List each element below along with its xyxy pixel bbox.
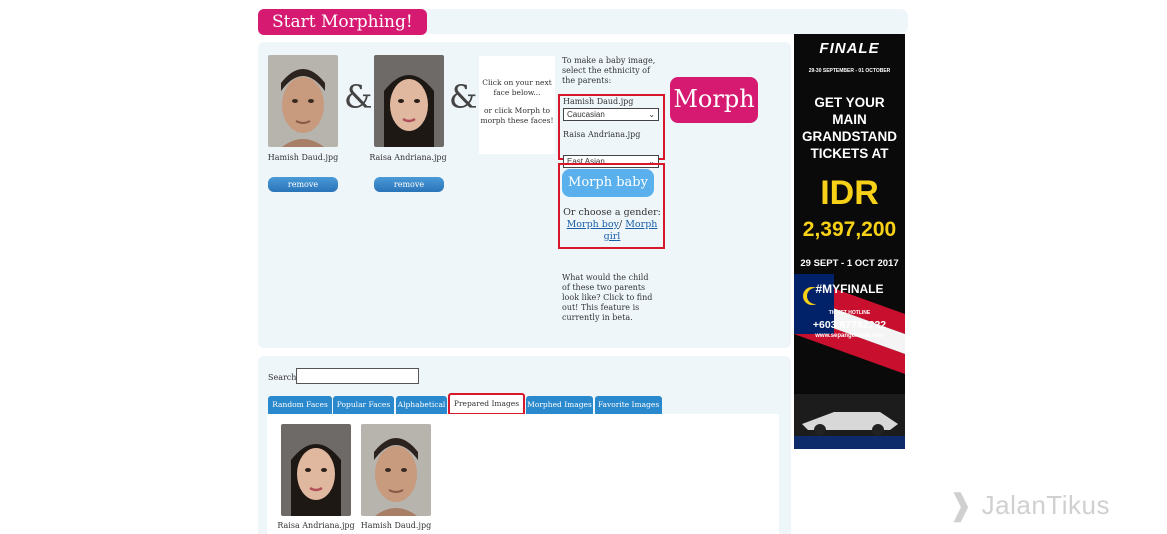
ad-dates-top: 29-30 SEPTEMBER - 01 OCTOBER: [808, 68, 891, 74]
parent-face-1[interactable]: [268, 55, 338, 147]
morph-button[interactable]: Morph: [670, 77, 758, 123]
ad-hashtag: #MYFINALE: [815, 282, 884, 296]
prepared-image-1[interactable]: [281, 424, 351, 516]
ad-currency: IDR: [820, 174, 879, 212]
ethnicity-select-1[interactable]: Caucasian ⌄: [563, 108, 659, 121]
tab-prepared-images[interactable]: Prepared Images: [448, 393, 525, 415]
ad-hotline-label: TICKET HOTLINE: [828, 310, 871, 316]
ethnicity-parent2-label: Raisa Andriana.jpg: [563, 130, 641, 139]
gender-prompt: Or choose a gender:: [563, 207, 661, 218]
remove-button-1[interactable]: remove: [268, 177, 338, 192]
ampersand-1: &: [344, 78, 373, 116]
flag-graphic: [794, 274, 905, 449]
remove-button-2[interactable]: remove: [374, 177, 444, 192]
tab-alphabetical[interactable]: Alphabetical: [396, 396, 447, 414]
ad-event-dates: 29 SEPT - 1 OCT 2017: [800, 258, 899, 269]
chevron-down-icon: ⌄: [648, 110, 655, 119]
parent-name-1: Hamish Daud.jpg: [267, 153, 339, 162]
ad-headline: GET YOUR MAIN GRANDSTAND TICKETS AT: [802, 95, 897, 161]
gender-section: Or choose a gender: Morph boy/ Morph gir…: [562, 207, 662, 243]
hint-line-1: Click on your next face below...: [482, 78, 552, 97]
ad-price: 2,397,200: [802, 218, 897, 241]
ad-website: www.sepangcircuit.com: [815, 333, 884, 339]
search-label: Search:: [268, 373, 300, 382]
ad-brand: FINALE: [819, 40, 880, 57]
morph-boy-link[interactable]: Morph boy: [567, 219, 619, 230]
next-face-hint: Click on your next face below... or clic…: [479, 56, 555, 154]
parent-face-2[interactable]: [374, 55, 444, 147]
tab-popular-faces[interactable]: Popular Faces: [333, 396, 394, 414]
gender-links: Morph boy/ Morph girl: [562, 219, 662, 243]
search-input[interactable]: [296, 368, 419, 384]
prepared-image-name-2: Hamish Daud.jpg: [360, 521, 432, 530]
ad-hotline: +603 87782222: [812, 319, 887, 331]
parent-name-2: Raisa Andriana.jpg: [369, 153, 447, 162]
advertisement-banner[interactable]: FINALE 29-30 SEPTEMBER - 01 OCTOBER GET …: [794, 34, 905, 449]
tab-favorite-images[interactable]: Favorite Images: [595, 396, 662, 414]
prepared-image-2[interactable]: [361, 424, 431, 516]
watermark-text: JalanTikus: [981, 490, 1110, 520]
ethnicity-select-1-value: Caucasian: [567, 110, 605, 119]
gender-separator: /: [618, 219, 623, 230]
ethnicity-intro: To make a baby image, select the ethnici…: [562, 56, 656, 85]
tab-random-faces[interactable]: Random Faces: [268, 396, 332, 414]
hint-line-2: or click Morph to morph these faces!: [480, 106, 554, 125]
watermark-logo-icon: ❱: [948, 489, 974, 522]
ampersand-2: &: [449, 78, 478, 116]
jalantikus-watermark: ❱ JalanTikus: [948, 488, 1110, 523]
ethnicity-parent1-label: Hamish Daud.jpg: [563, 97, 634, 106]
start-morphing-title[interactable]: Start Morphing!: [258, 9, 427, 35]
tab-morphed-images[interactable]: Morphed Images: [526, 396, 593, 414]
morph-baby-button[interactable]: Morph baby: [562, 169, 654, 197]
baby-description: What would the child of these two parent…: [562, 273, 653, 322]
